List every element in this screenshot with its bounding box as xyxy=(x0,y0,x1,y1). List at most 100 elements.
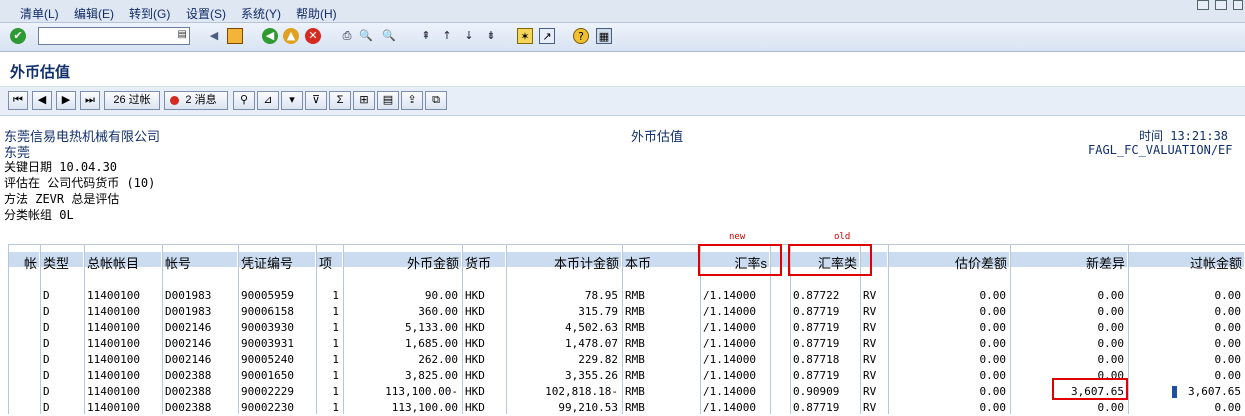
cell-local-currency: RMB xyxy=(625,369,645,382)
column-header-fc-amount[interactable]: 外币金额 xyxy=(343,244,462,272)
cell-rate-type: RV xyxy=(863,305,877,318)
cell-rate-type: RV xyxy=(863,337,877,350)
messages-button[interactable]: 2 消息 xyxy=(164,91,228,110)
layout-button[interactable]: ▤ xyxy=(377,91,399,110)
column-header-account-type-col[interactable]: 帐 xyxy=(8,244,40,272)
sort-ascending-button[interactable]: ⊿ xyxy=(257,91,279,110)
enter-check-icon[interactable]: ✔ xyxy=(10,28,26,44)
command-field[interactable]: ▤ xyxy=(38,27,190,45)
cell-posting-amount: 0.00 xyxy=(1214,401,1242,414)
column-header-posting-amount[interactable]: 过帐金额 xyxy=(1128,244,1245,272)
cell-lc-amount: 1,478.07 xyxy=(565,337,618,350)
cell-exchange-rate-old: 0.87719 xyxy=(793,321,840,334)
column-header-gl-account[interactable]: 总帐帐目 xyxy=(84,244,162,272)
cell-posting-amount: 0.00 xyxy=(1214,337,1242,350)
column-header-currency[interactable]: 货币 xyxy=(462,244,506,272)
cell-local-currency: RMB xyxy=(625,337,645,350)
cell-account-number: D001983 xyxy=(165,305,212,318)
cell-item: 1 xyxy=(332,337,339,350)
highlight-box-old-rate xyxy=(788,244,872,276)
help-icon[interactable]: ? xyxy=(573,28,589,44)
cell-document-number: 90002229 xyxy=(241,385,294,398)
last-page-icon[interactable]: ⇟ xyxy=(483,28,499,44)
cell-gl-account: 11400100 xyxy=(87,321,140,334)
cell-item: 1 xyxy=(332,289,339,302)
command-dropdown-icon[interactable]: ▤ xyxy=(178,29,187,40)
column-header-document-number[interactable]: 凭证编号 xyxy=(238,244,316,272)
save-icon[interactable] xyxy=(227,28,243,44)
cell-currency: HKD xyxy=(465,385,485,398)
subtotal-button[interactable]: ⊞ xyxy=(353,91,375,110)
key-date: 关键日期 10.04.30 xyxy=(4,160,118,174)
export-button[interactable]: ⇪ xyxy=(401,91,423,110)
find-icon[interactable]: 🔍 xyxy=(358,28,374,44)
column-header-label: 新差异 xyxy=(1085,256,1125,271)
column-header-new-diff[interactable]: 新差异 xyxy=(1010,244,1128,272)
table-top-border xyxy=(8,244,1245,245)
highlight-box-new-diff xyxy=(1052,378,1128,400)
details-button[interactable]: ⚲ xyxy=(233,91,255,110)
restore-window-icon[interactable] xyxy=(1197,0,1209,10)
menu-list[interactable]: 清单(L) xyxy=(20,5,59,22)
report-center-title: 外币估值 xyxy=(631,129,684,144)
previous-page-icon[interactable]: ↑ xyxy=(439,28,455,44)
cell-gl-account: 11400100 xyxy=(87,337,140,350)
cell-gl-account: 11400100 xyxy=(87,305,140,318)
maximize-window-icon[interactable] xyxy=(1215,0,1227,10)
cancel-icon[interactable]: ✕ xyxy=(305,28,321,44)
column-header-type[interactable]: 类型 xyxy=(40,244,84,272)
cell-item: 1 xyxy=(332,385,339,398)
cell-posting-amount: 0.00 xyxy=(1214,289,1242,302)
layout-settings-icon[interactable]: ▦ xyxy=(596,28,612,44)
create-session-icon[interactable]: ✶ xyxy=(517,28,533,44)
print-icon[interactable]: ⎙ xyxy=(339,28,355,44)
menu-help[interactable]: 帮助(H) xyxy=(296,5,337,22)
first-page-icon[interactable]: ⇞ xyxy=(418,28,434,44)
cell-exchange-rate-new: /1.14000 xyxy=(703,369,756,382)
last-item-button[interactable]: ⏭ xyxy=(80,91,100,110)
filter-button[interactable]: ⊽ xyxy=(305,91,327,110)
views-button[interactable]: ⧉ xyxy=(425,91,447,110)
close-window-icon[interactable] xyxy=(1233,0,1243,10)
menu-settings[interactable]: 设置(S) xyxy=(186,5,226,22)
collapse-arrow-icon[interactable]: ◀ xyxy=(206,28,222,44)
column-header-lc-amount[interactable]: 本币计金额 xyxy=(506,244,622,272)
application-toolbar: ⏮ ◀ ▶ ⏭ 26 过帐 2 消息 ⚲ ⊿ ▾ ⊽ Σ ⊞ ▤ ⇪ ⧉ xyxy=(0,87,1245,116)
cell-type: D xyxy=(43,305,50,318)
cell-gl-account: 11400100 xyxy=(87,289,140,302)
cell-account-number: D002388 xyxy=(165,401,212,414)
sort-descending-button[interactable]: ▾ xyxy=(281,91,303,110)
column-header-account-number[interactable]: 帐号 xyxy=(162,244,238,272)
column-header-label: 货币 xyxy=(465,256,492,271)
posting-button[interactable]: 26 过帐 xyxy=(104,91,160,110)
back-icon[interactable]: ◀ xyxy=(262,28,278,44)
first-item-button[interactable]: ⏮ xyxy=(8,91,28,110)
previous-item-button[interactable]: ◀ xyxy=(32,91,52,110)
cell-new-diff: 0.00 xyxy=(1097,305,1125,318)
total-button[interactable]: Σ xyxy=(329,91,351,110)
cell-exchange-rate-new: /1.14000 xyxy=(703,305,756,318)
column-header-label: 估价差额 xyxy=(954,256,1007,271)
program-name: FAGL_FC_VALUATION/EF xyxy=(1088,143,1233,157)
shortcut-icon[interactable]: ↗ xyxy=(539,28,555,44)
column-header-item[interactable]: 项 xyxy=(316,244,343,272)
column-header-local-currency[interactable]: 本币 xyxy=(622,244,700,272)
cell-fc-amount: 360.00 xyxy=(418,305,458,318)
exit-icon[interactable]: ▲ xyxy=(283,28,299,44)
cell-rate-type: RV xyxy=(863,321,877,334)
menu-goto[interactable]: 转到(G) xyxy=(129,5,170,22)
next-item-button[interactable]: ▶ xyxy=(56,91,76,110)
menu-edit[interactable]: 编辑(E) xyxy=(74,5,114,22)
cell-type: D xyxy=(43,385,50,398)
column-header-valuation-diff[interactable]: 估价差额 xyxy=(888,244,1010,272)
menu-system[interactable]: 系统(Y) xyxy=(241,5,281,22)
valuation-method: 方法 ZEVR 总是评估 xyxy=(4,192,120,206)
cell-exchange-rate-new: /1.14000 xyxy=(703,337,756,350)
find-next-icon[interactable]: 🔍 xyxy=(381,28,397,44)
menu-bar: 清单(L) 编辑(E) 转到(G) 设置(S) 系统(Y) 帮助(H) xyxy=(0,0,1245,23)
next-page-icon[interactable]: ↓ xyxy=(461,28,477,44)
column-header-label: 类型 xyxy=(43,256,70,271)
cell-document-number: 90002230 xyxy=(241,401,294,414)
report-time: 时间 13:21:38 xyxy=(1139,129,1229,143)
cell-new-diff: 0.00 xyxy=(1097,321,1125,334)
